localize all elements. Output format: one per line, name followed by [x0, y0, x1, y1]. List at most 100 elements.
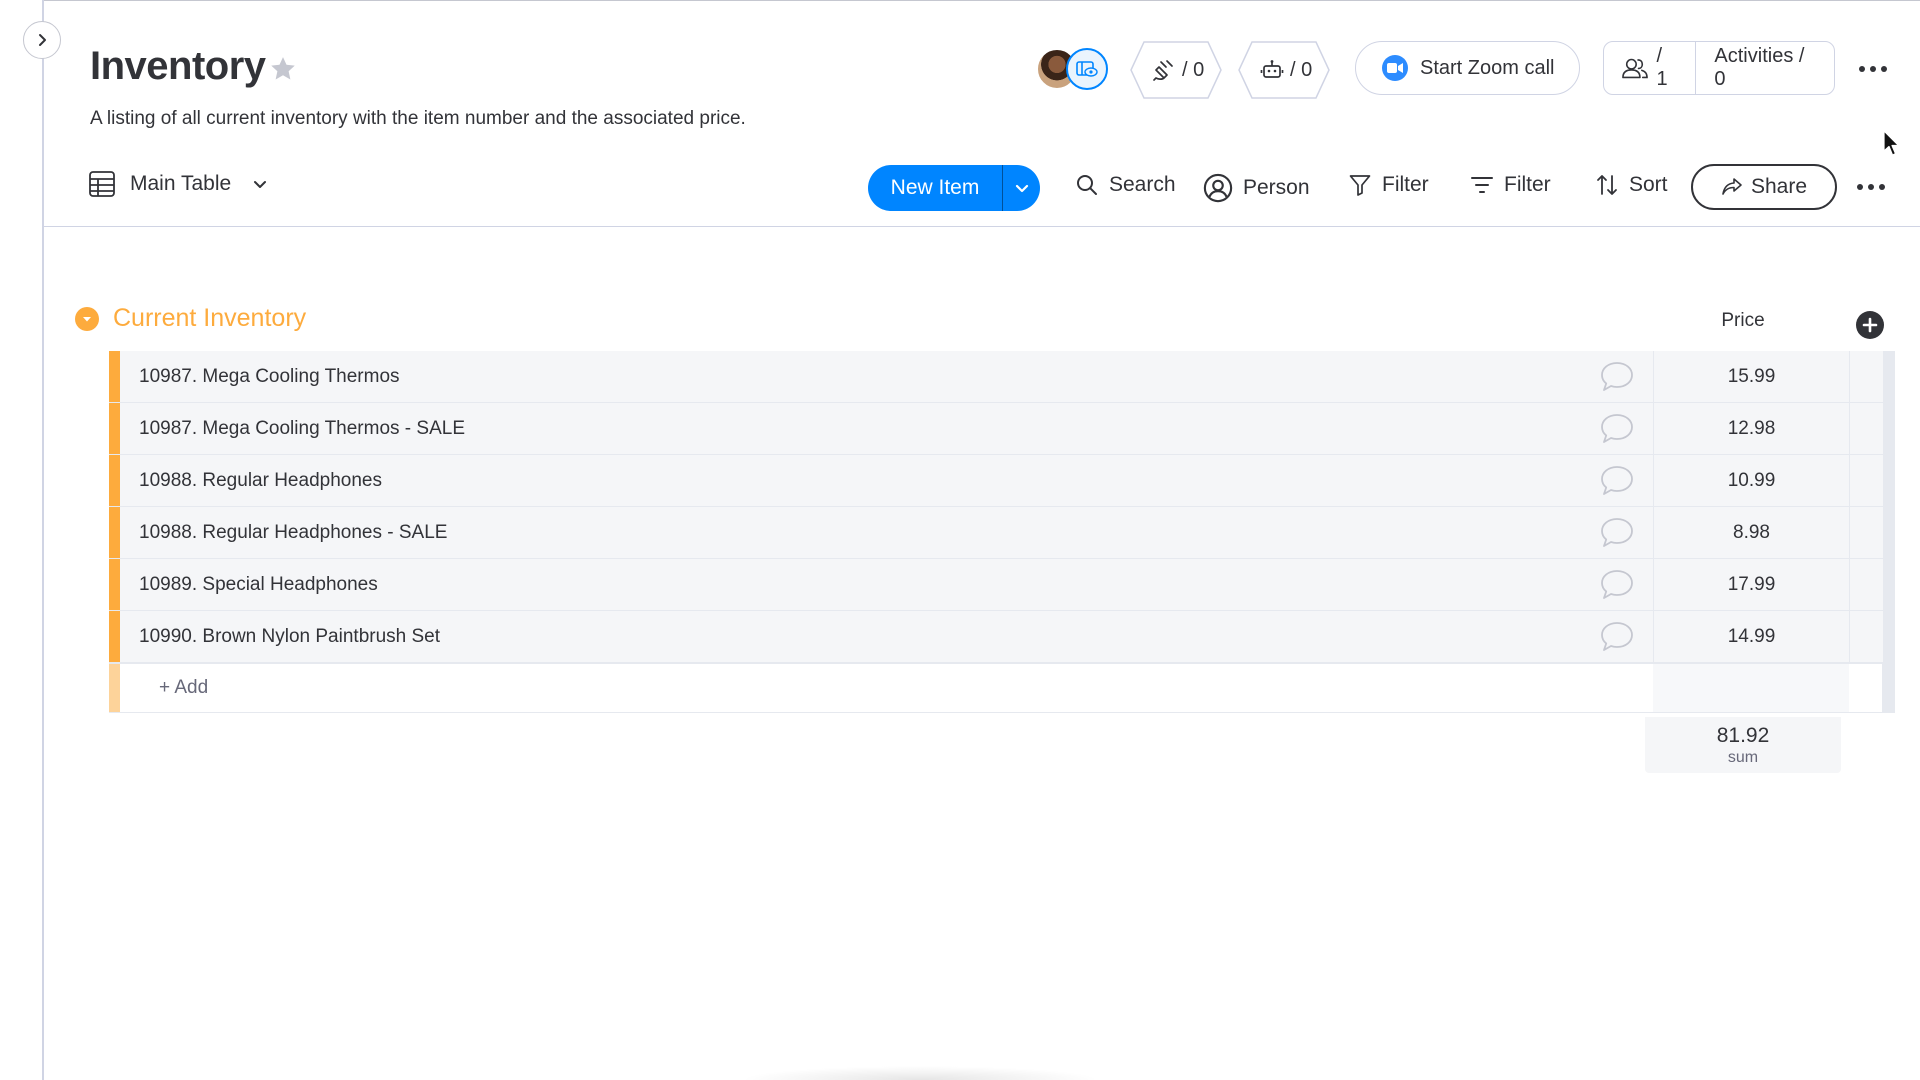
filter-lines-button[interactable]: Filter: [1470, 173, 1551, 197]
price-summary[interactable]: 81.92 sum: [1645, 717, 1841, 773]
comment-bubble-icon[interactable]: [1599, 360, 1635, 394]
sort-label: Sort: [1629, 173, 1668, 196]
members-button[interactable]: / 1: [1604, 42, 1695, 94]
toolbar-menu-button[interactable]: [1857, 184, 1885, 190]
mouse-cursor-icon: [1883, 130, 1900, 156]
automations-button[interactable]: / 0: [1238, 41, 1330, 99]
comment-bubble-icon[interactable]: [1599, 568, 1635, 602]
top-border: [0, 0, 1920, 1]
row-edge: [1883, 455, 1895, 506]
table-row[interactable]: 10988. Regular Headphones - SALE 8.98: [109, 507, 1895, 559]
toolbar-divider: [44, 226, 1920, 227]
board-subscribers[interactable]: [1036, 48, 1110, 92]
funnel-icon: [1349, 175, 1371, 196]
item-name-cell[interactable]: 10987. Mega Cooling Thermos - SALE: [120, 403, 1653, 454]
comment-bubble-icon[interactable]: [1599, 412, 1635, 446]
activities-button[interactable]: Activities / 0: [1696, 42, 1834, 94]
row-edge: [1883, 507, 1895, 558]
chevron-down-icon: [83, 316, 91, 321]
person-filter-button[interactable]: Person: [1203, 173, 1310, 203]
board-title[interactable]: Inventory: [90, 44, 266, 89]
row-edge: [1883, 664, 1895, 712]
dot: [1879, 184, 1885, 190]
people-icon: [1622, 58, 1648, 79]
sum-label: sum: [1727, 748, 1759, 766]
price-cell[interactable]: 10.99: [1653, 455, 1849, 506]
integrations-button[interactable]: / 0: [1130, 41, 1222, 99]
bottom-shadow: [740, 1066, 1100, 1080]
start-zoom-call-button[interactable]: Start Zoom call: [1355, 41, 1580, 95]
automations-count: / 0: [1290, 58, 1313, 81]
expand-sidebar-button[interactable]: [23, 21, 61, 59]
empty-cell: [1849, 403, 1883, 454]
filter-button[interactable]: Filter: [1348, 173, 1429, 197]
view-label: Main Table: [130, 172, 232, 195]
items-table: 10987. Mega Cooling Thermos 15.99 10987.…: [109, 351, 1895, 713]
column-header-price[interactable]: Price: [1645, 310, 1841, 332]
group-collapse-button[interactable]: [75, 306, 99, 331]
plug-icon: [1153, 60, 1173, 81]
comment-bubble-icon[interactable]: [1599, 464, 1635, 498]
group-color-bar: [109, 455, 120, 506]
price-cell[interactable]: 12.98: [1653, 403, 1849, 454]
filter-label: Filter: [1382, 173, 1429, 196]
table-row[interactable]: 10987. Mega Cooling Thermos 15.99: [109, 351, 1895, 403]
item-name: 10988. Regular Headphones - SALE: [139, 521, 448, 543]
person-icon: [1203, 173, 1233, 203]
sort-button[interactable]: Sort: [1595, 173, 1668, 197]
chevron-down-icon[interactable]: [251, 175, 269, 193]
dot: [1881, 66, 1887, 72]
item-name: 10987. Mega Cooling Thermos: [139, 365, 400, 387]
members-count: / 1: [1656, 45, 1668, 90]
app-window: Inventory A listing of all current inven…: [0, 0, 1920, 1080]
star-icon[interactable]: [268, 54, 298, 84]
price-cell[interactable]: 15.99: [1653, 351, 1849, 402]
price-cell[interactable]: 14.99: [1653, 611, 1849, 662]
comment-bubble-icon[interactable]: [1599, 620, 1635, 654]
new-item-main[interactable]: New Item: [868, 165, 1002, 211]
item-name: 10987. Mega Cooling Thermos - SALE: [139, 417, 465, 439]
share-button[interactable]: Share: [1691, 164, 1837, 210]
chevron-right-icon: [39, 34, 46, 46]
row-edge: [1883, 351, 1895, 402]
share-label: Share: [1750, 175, 1808, 198]
table-row[interactable]: 10989. Special Headphones 17.99: [109, 559, 1895, 611]
price-cell[interactable]: 17.99: [1653, 559, 1849, 610]
item-name-cell[interactable]: 10987. Mega Cooling Thermos: [120, 351, 1653, 402]
sort-icon: [1597, 175, 1617, 195]
group-color-bar: [109, 507, 120, 558]
table-row[interactable]: 10987. Mega Cooling Thermos - SALE 12.98: [109, 403, 1895, 455]
item-name-cell[interactable]: 10989. Special Headphones: [120, 559, 1653, 610]
add-item-input[interactable]: + Add: [120, 664, 1653, 712]
dot: [1859, 66, 1865, 72]
new-item-dropdown[interactable]: [1003, 165, 1040, 211]
new-item-button[interactable]: New Item: [868, 165, 1040, 211]
board-menu-button[interactable]: [1859, 66, 1887, 72]
price-cell[interactable]: 8.98: [1653, 507, 1849, 558]
table-row[interactable]: 10988. Regular Headphones 10.99: [109, 455, 1895, 507]
zoom-icon: [1382, 55, 1408, 81]
chevron-down-icon: [1015, 184, 1028, 193]
board-description[interactable]: A listing of all current inventory with …: [90, 108, 746, 130]
guest-avatar[interactable]: [1066, 48, 1108, 90]
item-name-cell[interactable]: 10990. Brown Nylon Paintbrush Set: [120, 611, 1653, 662]
search-button[interactable]: Search: [1075, 173, 1176, 197]
add-column-button[interactable]: [1856, 311, 1884, 339]
group-header: Current Inventory: [75, 304, 306, 333]
table-row[interactable]: 10990. Brown Nylon Paintbrush Set 14.99: [109, 611, 1895, 663]
view-tab-main-table[interactable]: Main Table: [88, 170, 269, 198]
empty-cell: [1849, 507, 1883, 558]
search-label: Search: [1109, 173, 1176, 196]
row-edge: [1883, 611, 1895, 662]
members-activities-group: / 1 Activities / 0: [1603, 41, 1835, 95]
empty-cell: [1849, 351, 1883, 402]
dot: [1857, 184, 1863, 190]
add-item-row[interactable]: + Add: [109, 663, 1895, 713]
filter-lines-icon: [1471, 177, 1493, 193]
comment-bubble-icon[interactable]: [1599, 516, 1635, 550]
row-edge: [1883, 559, 1895, 610]
item-name-cell[interactable]: 10988. Regular Headphones - SALE: [120, 507, 1653, 558]
group-title[interactable]: Current Inventory: [113, 304, 306, 333]
item-name-cell[interactable]: 10988. Regular Headphones: [120, 455, 1653, 506]
group-color-bar: [109, 559, 120, 610]
